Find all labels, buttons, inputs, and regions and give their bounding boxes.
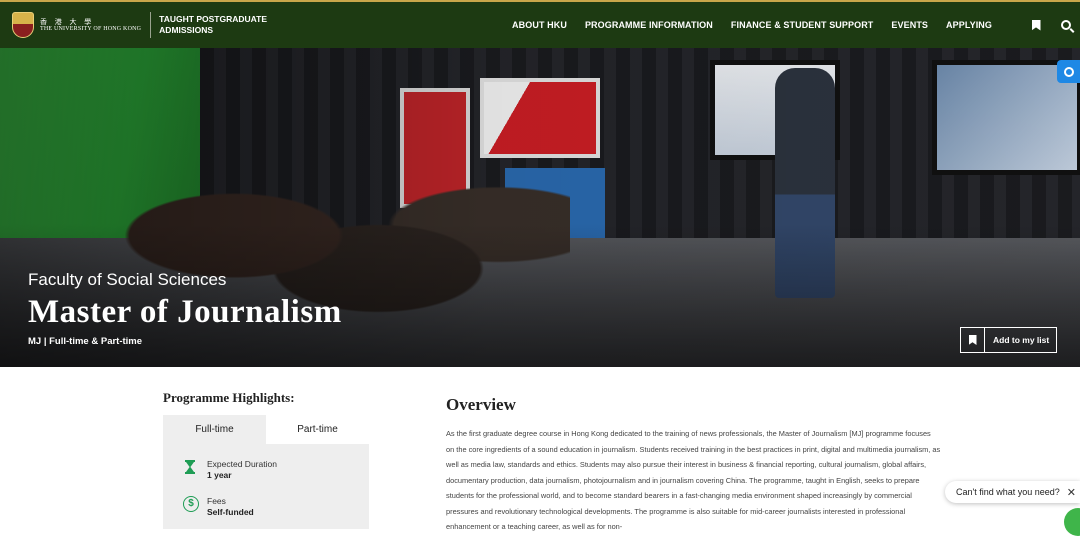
highlights-tabs: Full-time Part-time	[163, 415, 369, 444]
add-to-list-button[interactable]: Add to my list	[960, 327, 1057, 353]
highlight-duration: Expected Duration 1 year	[183, 459, 277, 482]
tab-part-time[interactable]: Part-time	[266, 415, 369, 444]
highlight-label: Expected Duration	[207, 459, 277, 469]
nav-about-hku[interactable]: ABOUT HKU	[512, 20, 567, 30]
nav-programme-information[interactable]: PROGRAMME INFORMATION	[585, 20, 713, 30]
chat-icon[interactable]	[1064, 508, 1080, 536]
chat-prompt-text: Can't find what you need?	[956, 487, 1060, 497]
bookmark-icon[interactable]	[1029, 17, 1043, 33]
section-title-link[interactable]: TAUGHT POSTGRADUATE ADMISSIONS	[159, 14, 269, 35]
nav-events[interactable]: EVENTS	[891, 20, 928, 30]
highlights-title: Programme Highlights:	[163, 390, 295, 405]
highlights-panel: Expected Duration 1 year $ Fees Self-fun…	[163, 444, 369, 529]
nav-finance-student-support[interactable]: FINANCE & STUDENT SUPPORT	[731, 20, 874, 30]
highlight-value: 1 year	[207, 470, 232, 481]
chat-prompt[interactable]: Can't find what you need? ✕	[945, 481, 1080, 503]
highlight-value: Self-funded	[207, 507, 254, 518]
highlight-label: Fees	[207, 496, 226, 506]
hku-logo[interactable]: 香 港 大 學 THE UNIVERSITY OF HONG KONG	[12, 3, 141, 47]
top-navigation-bar: 香 港 大 學 THE UNIVERSITY OF HONG KONG TAUG…	[0, 0, 1080, 48]
logo-text: 香 港 大 學 THE UNIVERSITY OF HONG KONG	[40, 18, 141, 33]
hourglass-icon	[183, 459, 197, 475]
main-nav: ABOUT HKU PROGRAMME INFORMATION FINANCE …	[512, 2, 992, 48]
highlight-fees: $ Fees Self-funded	[183, 496, 254, 519]
search-icon[interactable]	[1059, 17, 1073, 33]
tab-full-time[interactable]: Full-time	[163, 415, 266, 444]
hero-subtitle: MJ | Full-time & Part-time	[28, 336, 143, 347]
logo-english: THE UNIVERSITY OF HONG KONG	[40, 25, 142, 32]
add-to-list-label: Add to my list	[993, 335, 1050, 345]
nav-applying[interactable]: APPLYING	[946, 20, 992, 30]
overview-heading: Overview	[446, 395, 516, 414]
page-title: Master of Journalism	[28, 294, 342, 330]
hero-faculty: Faculty of Social Sciences	[28, 270, 227, 289]
hku-crest-icon	[12, 12, 34, 38]
close-icon[interactable]: ✕	[1067, 486, 1076, 499]
dollar-icon: $	[183, 496, 199, 512]
hero-banner: Faculty of Social Sciences Master of Jou…	[0, 48, 1080, 367]
share-icon[interactable]	[1057, 60, 1080, 83]
logo-chinese: 香 港 大 學	[40, 17, 95, 26]
bookmark-icon	[961, 328, 985, 352]
logo-divider	[150, 12, 152, 38]
overview-body: As the first graduate degree course in H…	[446, 429, 941, 531]
